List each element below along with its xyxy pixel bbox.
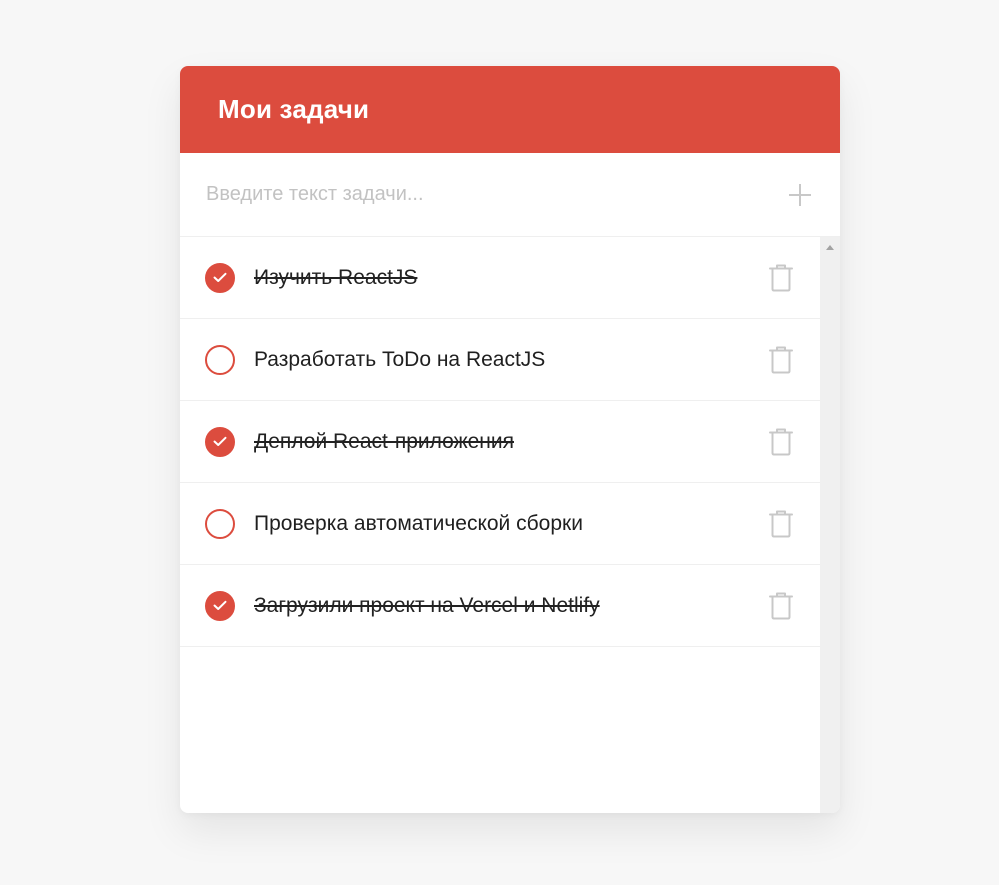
todo-card: Мои задачи Изучить ReactJS Разработать To… bbox=[180, 66, 840, 813]
checkmark-icon bbox=[213, 272, 227, 282]
task-item: Деплой React-приложения bbox=[180, 401, 820, 483]
task-item: Разработать ToDo на ReactJS bbox=[180, 319, 820, 401]
add-task-button[interactable] bbox=[786, 181, 814, 209]
checked-checkbox[interactable] bbox=[205, 426, 235, 457]
trash-icon[interactable] bbox=[767, 263, 795, 293]
scrollbar[interactable] bbox=[820, 237, 840, 813]
scroll-up-arrow-icon[interactable] bbox=[826, 245, 834, 250]
task-list: Изучить ReactJS Разработать ToDo на React… bbox=[180, 237, 820, 813]
task-item: Загрузили проект на Vercel и Netlify bbox=[180, 565, 820, 647]
task-text: Изучить ReactJS bbox=[254, 265, 418, 289]
trash-icon[interactable] bbox=[767, 345, 795, 375]
page-title: Мои задачи bbox=[218, 94, 370, 124]
trash-icon[interactable] bbox=[767, 591, 795, 621]
new-task-row bbox=[180, 153, 840, 237]
card-header: Мои задачи bbox=[180, 66, 840, 153]
task-text: Проверка автоматической сборки bbox=[254, 511, 583, 535]
checkmark-icon bbox=[213, 600, 227, 610]
task-item: Проверка автоматической сборки bbox=[180, 483, 820, 565]
trash-icon[interactable] bbox=[767, 509, 795, 539]
trash-icon[interactable] bbox=[767, 427, 795, 457]
task-item: Изучить ReactJS bbox=[180, 237, 820, 319]
plus-icon-stroke bbox=[799, 183, 801, 206]
task-text: Разработать ToDo на ReactJS bbox=[254, 347, 546, 371]
unchecked-checkbox[interactable] bbox=[205, 508, 235, 539]
task-text: Деплой React-приложения bbox=[254, 429, 514, 453]
checked-checkbox[interactable] bbox=[205, 590, 235, 621]
unchecked-checkbox[interactable] bbox=[205, 344, 235, 375]
task-list-container: Изучить ReactJS Разработать ToDo на React… bbox=[180, 237, 840, 813]
checked-checkbox[interactable] bbox=[205, 262, 235, 293]
task-text: Загрузили проект на Vercel и Netlify bbox=[254, 593, 600, 617]
task-input[interactable] bbox=[206, 183, 786, 206]
checkmark-icon bbox=[213, 436, 227, 446]
